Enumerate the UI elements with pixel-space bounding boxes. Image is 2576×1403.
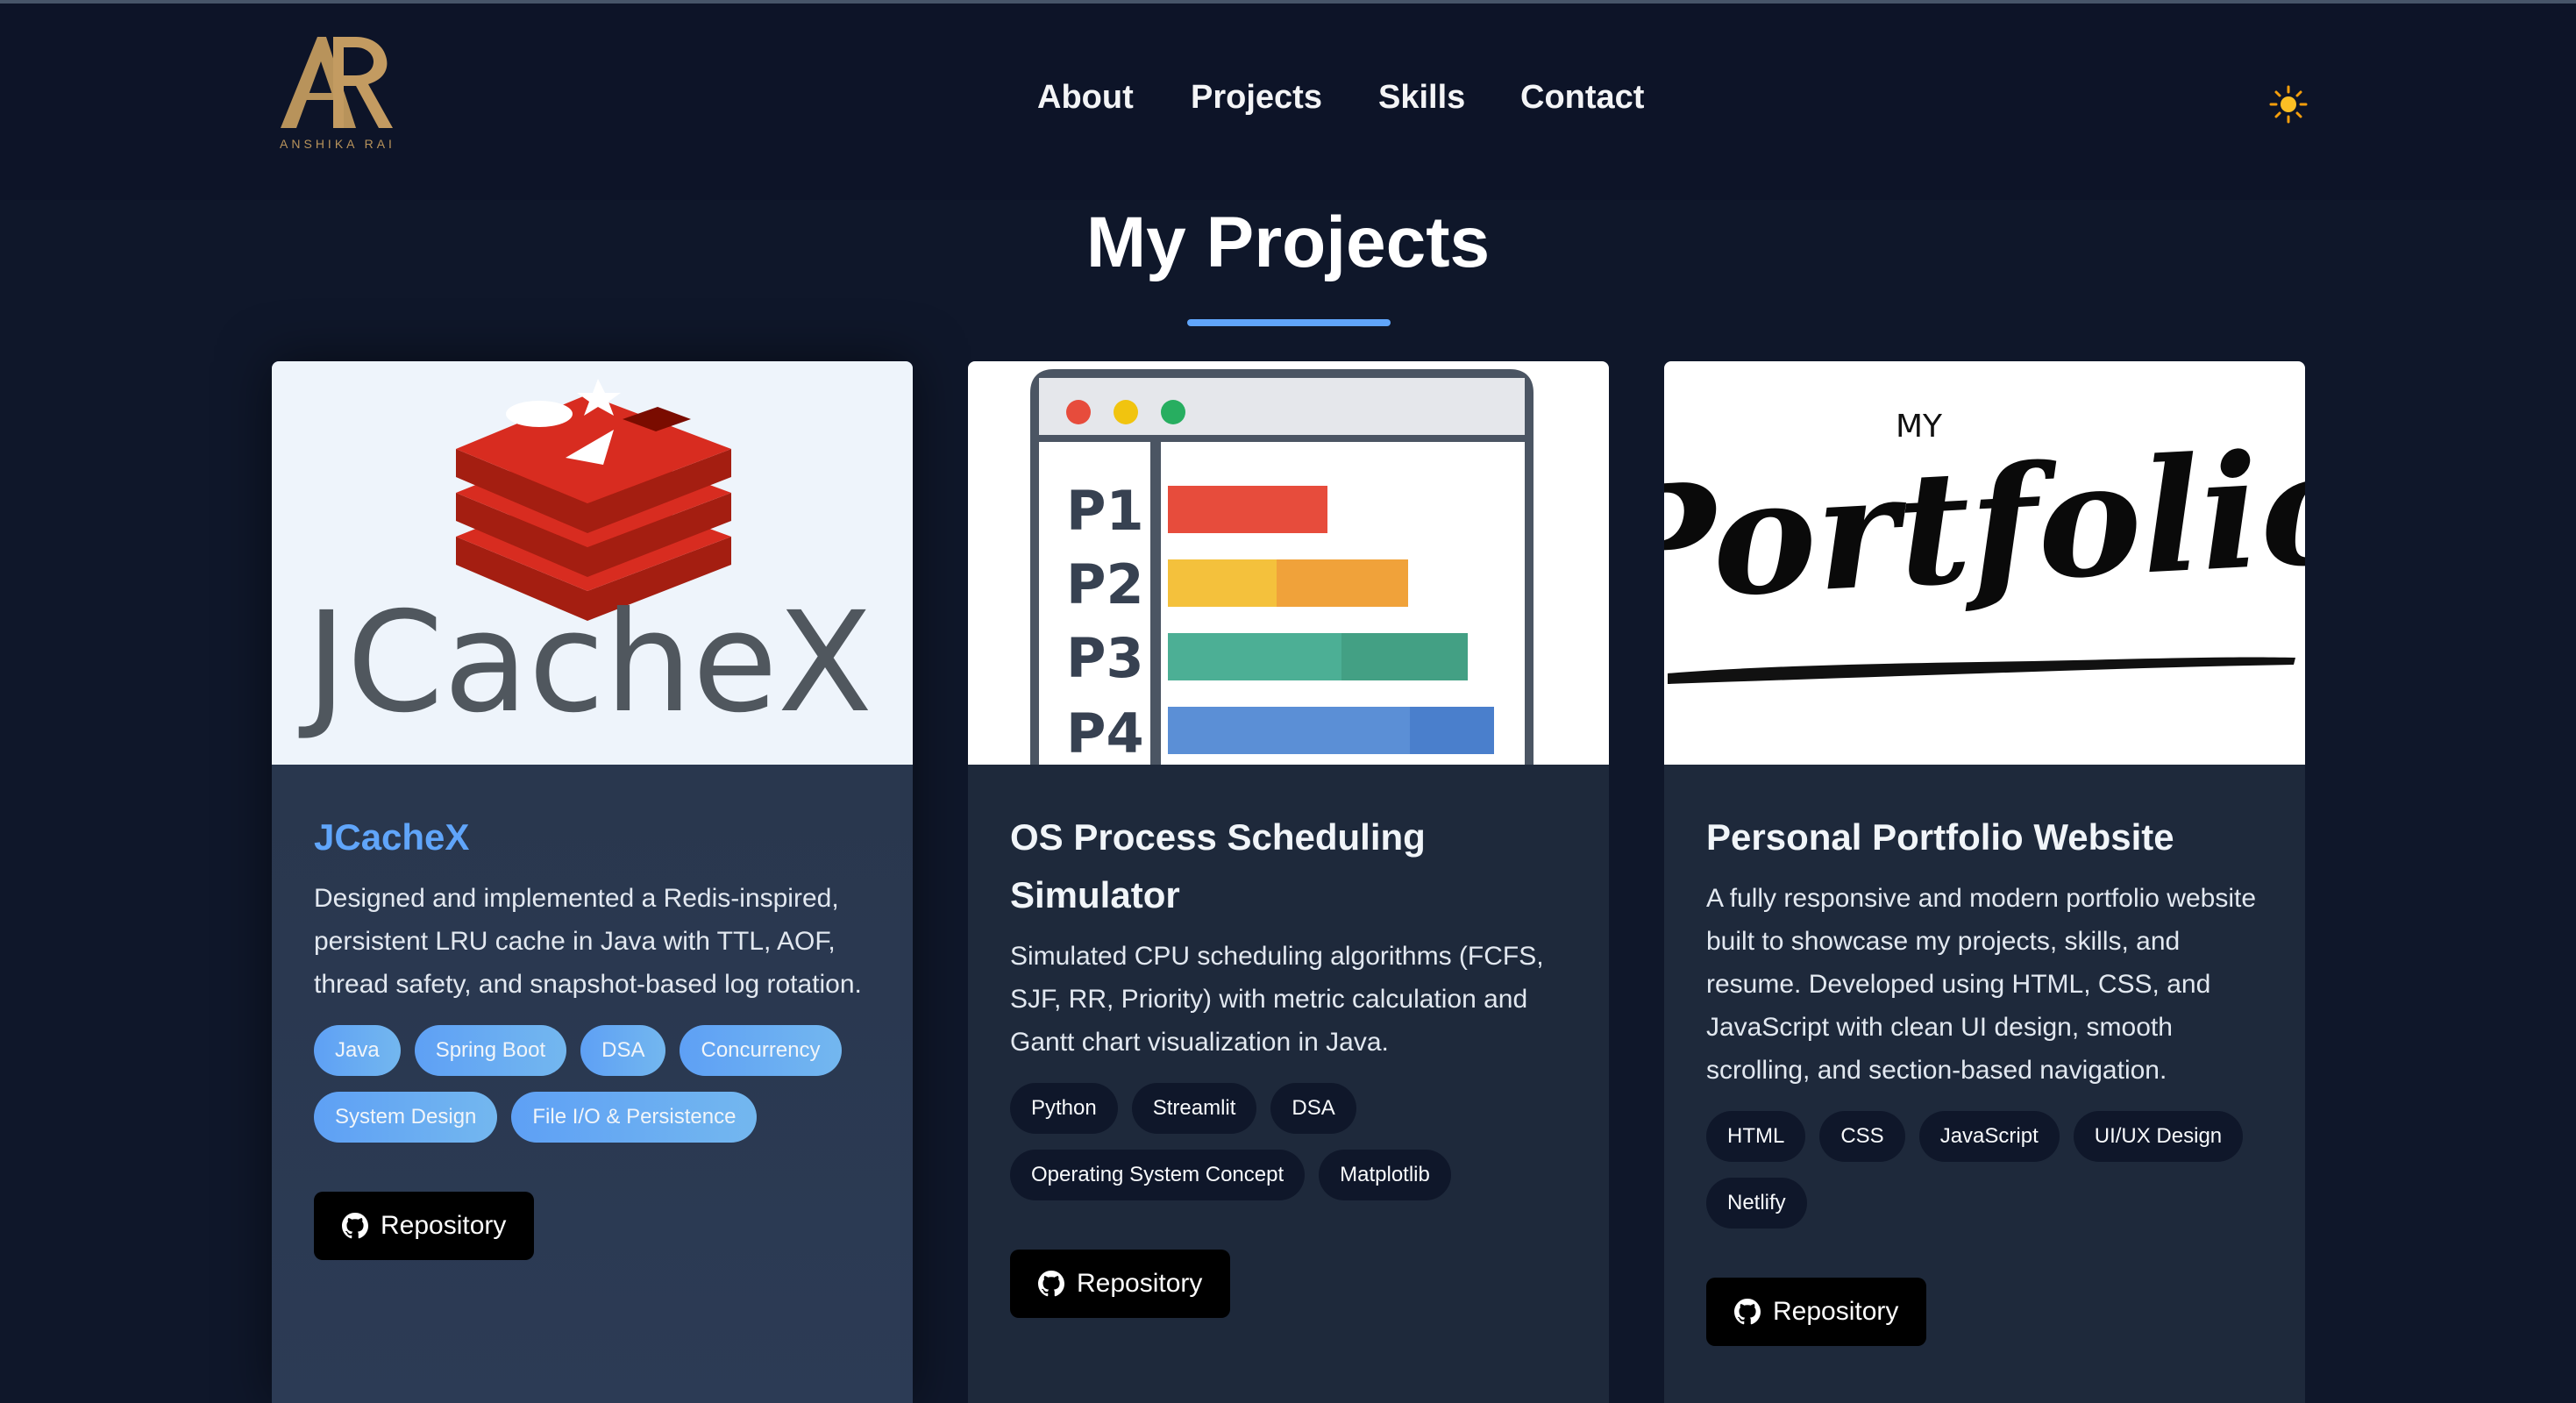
github-icon [342,1213,368,1239]
tag: JavaScript [1918,1111,2060,1162]
project-image-portfolio: MY Portfolio [1664,361,2305,765]
tag: Matplotlib [1319,1150,1451,1200]
tag: Spring Boot [414,1025,567,1076]
tag: DSA [1270,1083,1356,1134]
site-header: ANSHIKA RAI About Projects Skills Contac… [0,4,2576,200]
repository-label: Repository [1773,1297,1899,1326]
tag: Operating System Concept [1010,1150,1306,1200]
sun-icon [2269,85,2308,124]
nav-contact[interactable]: Contact [1520,79,1644,117]
tag: HTML [1706,1111,1806,1162]
tag-list: HTML CSS JavaScript UI/UX Design Netlify [1706,1111,2267,1229]
repository-label: Repository [381,1211,507,1240]
github-icon [1038,1271,1064,1297]
project-card-jcachex: JCacheX JCacheX Designed and implemented… [272,361,913,1403]
nav-projects[interactable]: Projects [1191,79,1322,117]
project-image-os-scheduler: P1 P2 P3 P4 [968,361,1609,765]
main-nav: About Projects Skills Contact [0,79,2576,132]
repository-button[interactable]: Repository [314,1192,535,1260]
project-image-jcachex: JCacheX [272,361,913,765]
project-card-os-scheduler: P1 P2 P3 P4 OS Process Scheduling Simula… [968,361,1609,1403]
repository-label: Repository [1077,1269,1203,1298]
tag: DSA [580,1025,666,1076]
project-title: JCacheX [314,816,470,858]
theme-toggle-button[interactable] [2266,82,2310,126]
process-label: P3 [1066,626,1144,690]
process-label: P2 [1066,552,1144,616]
repository-button[interactable]: Repository [1706,1278,1927,1346]
process-label: P1 [1066,479,1144,543]
page-title: My Projects [1085,203,1491,282]
tag-list: Python Streamlit DSA Operating System Co… [1010,1083,1571,1200]
project-description: A fully responsive and modern portfolio … [1706,884,2257,1085]
project-image-title: JCacheX [298,582,872,744]
repository-button[interactable]: Repository [1010,1250,1231,1318]
nav-skills[interactable]: Skills [1378,79,1465,117]
logo-text: ANSHIKA RAI [280,137,395,151]
project-description: Designed and implemented a Redis-inspire… [314,884,862,999]
image-script-text: Portfolio [1664,414,2305,637]
tag: Streamlit [1131,1083,1257,1134]
tag: Python [1010,1083,1118,1134]
title-underline [1187,319,1391,326]
process-label: P4 [1066,702,1144,765]
tag: CSS [1819,1111,1905,1162]
brush-stroke [1668,657,2295,684]
tag: Concurrency [680,1025,842,1076]
tag: UI/UX Design [2073,1111,2244,1162]
tag: Java [314,1025,401,1076]
tag-list: Java Spring Boot DSA Concurrency System … [314,1025,875,1143]
tag: File I/O & Persistence [511,1092,758,1143]
tag: Netlify [1706,1178,1807,1229]
project-card-portfolio: MY Portfolio Personal Portfolio Website … [1664,361,2305,1403]
nav-about[interactable]: About [1037,79,1134,117]
project-title: OS Process Scheduling Simulator [1010,816,1426,915]
project-title: Personal Portfolio Website [1706,816,2174,858]
tag: System Design [314,1092,498,1143]
project-description: Simulated CPU scheduling algorithms (FCF… [1010,942,1544,1057]
github-icon [1734,1299,1761,1325]
